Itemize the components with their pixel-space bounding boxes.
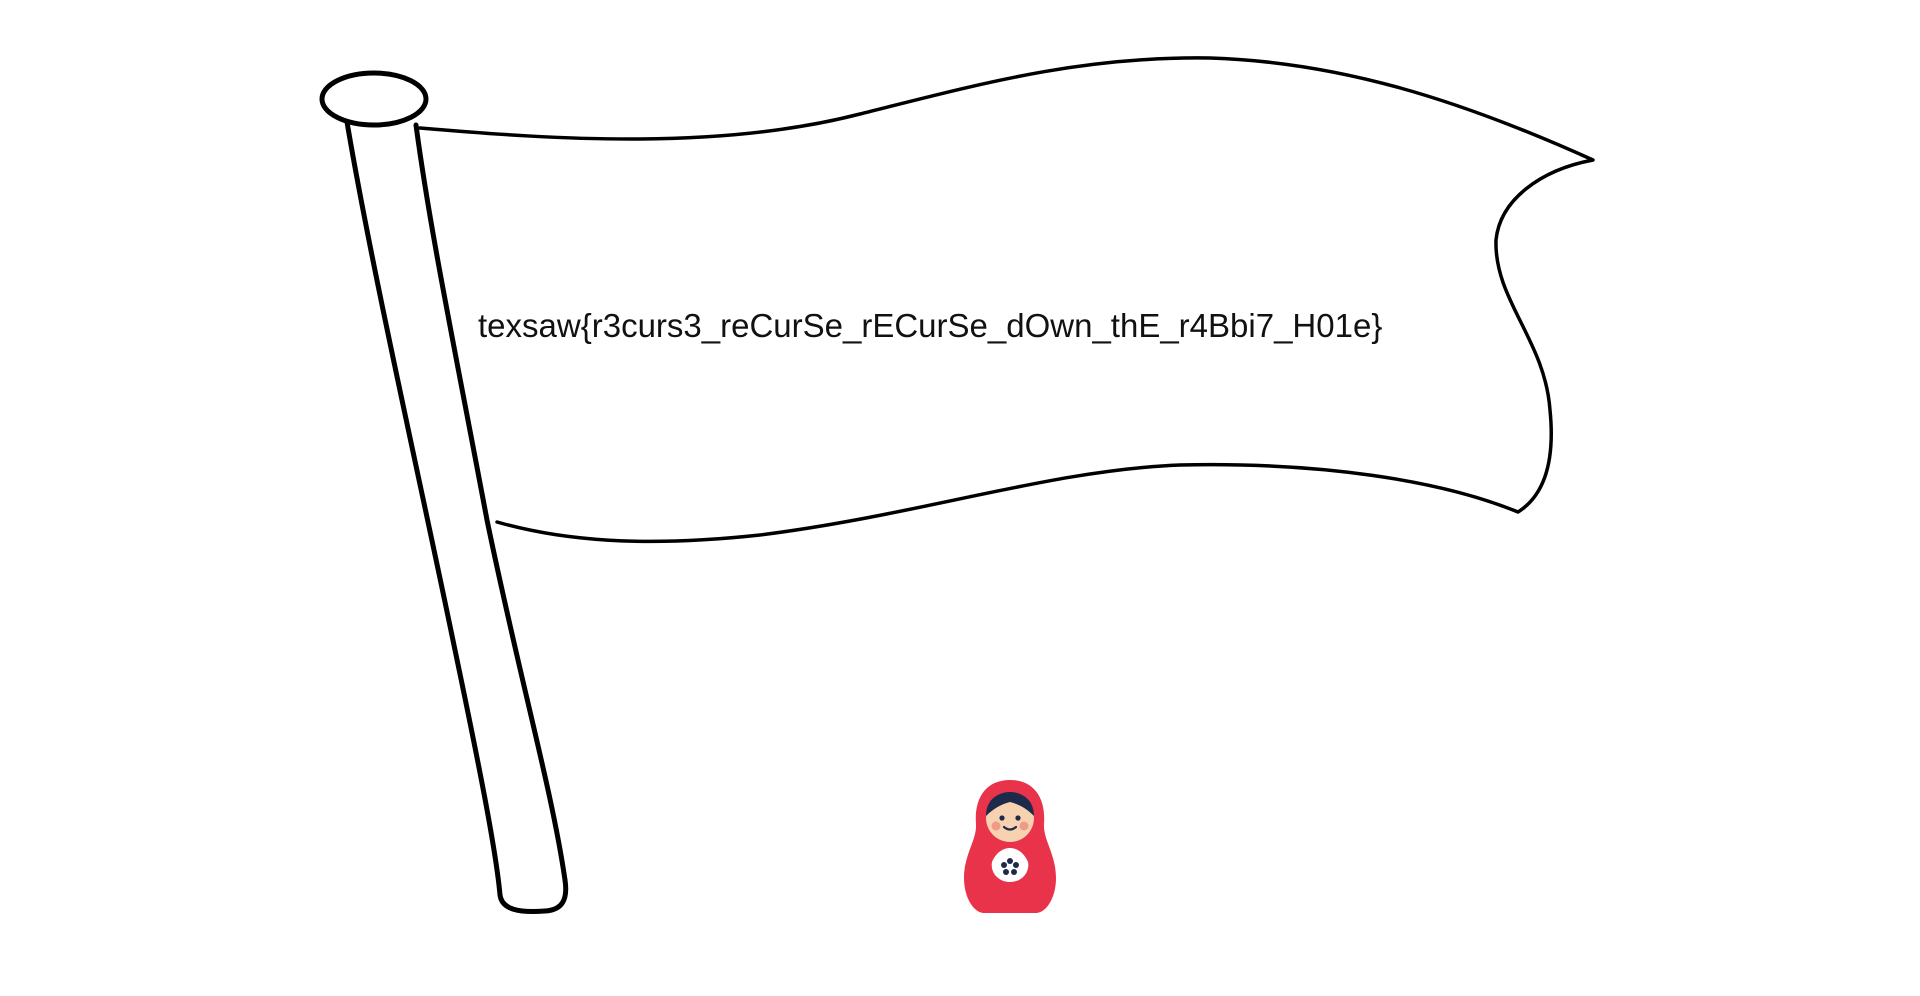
doll-left-cheek <box>991 821 1001 831</box>
page-canvas: texsaw{r3curs3_reCurSe_rECurSe_dOwn_thE_… <box>0 0 1920 996</box>
matryoshka-doll-icon[interactable] <box>960 780 1060 913</box>
doll-right-eye <box>1015 815 1021 821</box>
doll-left-eye <box>999 815 1005 821</box>
doll-right-cheek <box>1019 821 1029 831</box>
flag-cloth <box>418 56 1595 544</box>
flag-text: texsaw{r3curs3_reCurSe_rECurSe_dOwn_thE_… <box>478 307 1383 344</box>
flag-pole-cap <box>319 70 429 128</box>
flag-pole-bottom <box>497 877 569 915</box>
